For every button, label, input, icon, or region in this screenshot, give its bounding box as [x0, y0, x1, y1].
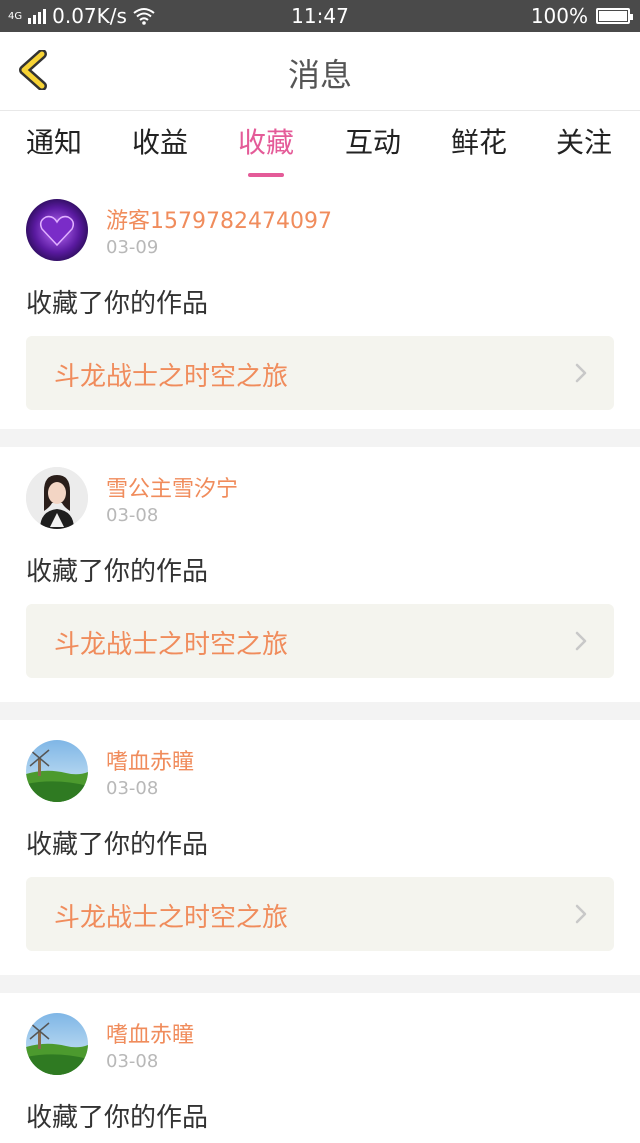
- list-item: 雪公主雪汐宁 03-08 收藏了你的作品 斗龙战士之时空之旅: [0, 447, 640, 702]
- avatar[interactable]: [26, 199, 88, 261]
- tab-favorites[interactable]: 收藏: [238, 121, 295, 177]
- chevron-right-icon: [575, 363, 587, 383]
- avatar[interactable]: [26, 467, 88, 529]
- username[interactable]: 嗜血赤瞳: [106, 1017, 194, 1049]
- page-title: 消息: [287, 56, 352, 94]
- chevron-right-icon: [575, 904, 587, 924]
- date: 03-08: [106, 1051, 159, 1072]
- list-item: 嗜血赤瞳 03-08 收藏了你的作品 斗龙战士之时空之旅: [0, 720, 640, 975]
- battery-percent: 100%: [530, 4, 588, 28]
- username[interactable]: 游客1579782474097: [106, 203, 332, 235]
- username[interactable]: 嗜血赤瞳: [106, 744, 194, 776]
- avatar[interactable]: [26, 740, 88, 802]
- status-right: 100%: [530, 4, 633, 28]
- message-text: 收藏了你的作品: [26, 1103, 209, 1133]
- work-title: 斗龙战士之时空之旅: [54, 362, 289, 392]
- message-text: 收藏了你的作品: [26, 289, 209, 319]
- active-tab-indicator: [248, 173, 284, 177]
- date: 03-09: [106, 237, 159, 258]
- work-link[interactable]: 斗龙战士之时空之旅: [26, 877, 614, 951]
- divider: [0, 702, 640, 720]
- work-title: 斗龙战士之时空之旅: [54, 903, 289, 933]
- message-text: 收藏了你的作品: [26, 557, 209, 587]
- tab-flowers[interactable]: 鲜花: [451, 121, 507, 161]
- divider: [0, 429, 640, 447]
- work-link[interactable]: 斗龙战士之时空之旅: [26, 336, 614, 410]
- username[interactable]: 雪公主雪汐宁: [106, 471, 238, 503]
- work-title: 斗龙战士之时空之旅: [54, 630, 289, 660]
- chevron-right-icon: [575, 631, 587, 651]
- date: 03-08: [106, 778, 159, 799]
- date: 03-08: [106, 505, 159, 526]
- tab-notice[interactable]: 通知: [26, 121, 82, 161]
- avatar[interactable]: [26, 1013, 88, 1075]
- battery-icon: [596, 8, 633, 24]
- tab-earnings[interactable]: 收益: [132, 121, 188, 161]
- status-bar: 4G 0.07K/s 11:47 100%: [0, 0, 640, 32]
- tab-interaction[interactable]: 互动: [345, 121, 401, 161]
- tab-bar: 通知 收益 收藏 互动 鲜花 关注: [0, 111, 640, 179]
- header: 消息: [0, 32, 640, 111]
- message-list: 游客1579782474097 03-09 收藏了你的作品 斗龙战士之时空之旅 …: [0, 179, 640, 1143]
- tab-following[interactable]: 关注: [556, 121, 612, 161]
- list-item: 游客1579782474097 03-09 收藏了你的作品 斗龙战士之时空之旅: [0, 179, 640, 429]
- work-link[interactable]: 斗龙战士之时空之旅: [26, 604, 614, 678]
- message-text: 收藏了你的作品: [26, 830, 209, 860]
- divider: [0, 975, 640, 993]
- tab-favorites-label: 收藏: [238, 126, 295, 159]
- list-item: 嗜血赤瞳 03-08 收藏了你的作品: [0, 993, 640, 1143]
